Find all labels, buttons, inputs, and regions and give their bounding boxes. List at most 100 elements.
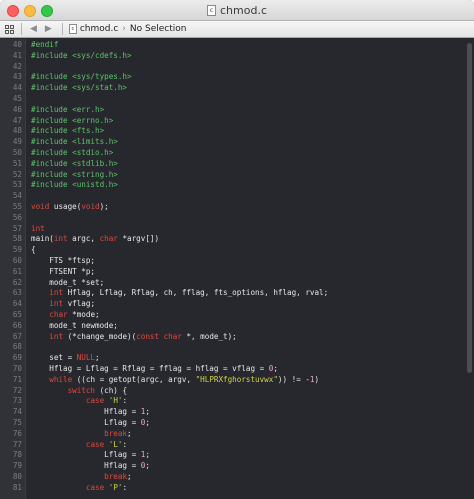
code-text: break;: [31, 472, 132, 483]
code-line[interactable]: 63 int Hflag, Lflag, Rflag, ch, fflag, f…: [0, 288, 460, 299]
code-line[interactable]: 78 Lflag = 1;: [0, 450, 460, 461]
code-token: #include <stdlib.h>: [31, 158, 118, 168]
code-line[interactable]: 73 case 'H':: [0, 396, 460, 407]
code-token: *mode;: [67, 310, 100, 319]
line-number: 54: [12, 191, 22, 201]
code-token: ;: [127, 472, 132, 481]
code-line[interactable]: 59 {: [0, 245, 460, 256]
code-line[interactable]: 50 #include <stdio.h>: [0, 148, 460, 159]
code-line[interactable]: 52 #include <string.h>: [0, 170, 460, 181]
code-token: ((ch = getopt(argc, argv,: [72, 374, 196, 384]
title-bar[interactable]: c chmod.c: [0, 0, 474, 21]
code-token: ;: [273, 364, 278, 373]
source-editor[interactable]: 40 #endif 41 #include <sys/cdefs.h> 42 43 #inc…: [0, 39, 474, 499]
code-line[interactable]: 57 int: [0, 224, 460, 235]
code-line[interactable]: 47 #include <errno.h>: [0, 116, 460, 127]
line-number: 73: [12, 396, 22, 406]
code-line[interactable]: 51 #include <stdlib.h>: [0, 159, 460, 170]
vertical-scrollbar[interactable]: [467, 43, 472, 373]
window-title-text: chmod.c: [220, 4, 267, 17]
line-number: 53: [12, 180, 22, 190]
code-token: Lflag =: [31, 418, 141, 427]
code-text: mode_t *set;: [31, 278, 104, 289]
code-text: int (*change_mode)(const char *, mode_t)…: [31, 331, 236, 343]
code-line[interactable]: 77 case 'L':: [0, 440, 460, 451]
line-number: 52: [12, 169, 22, 179]
code-line[interactable]: 58 main(int argc, char *argv[]): [0, 234, 460, 245]
code-token: int: [49, 288, 64, 298]
code-line[interactable]: 71 while ((ch = getopt(argc, argv, "HLPR…: [0, 375, 460, 386]
code-line[interactable]: 42: [0, 62, 460, 73]
code-token: #include <err.h>: [31, 104, 105, 114]
code-text: #include <sys/stat.h>: [31, 83, 127, 94]
line-number: 44: [12, 83, 22, 93]
line-number: 43: [12, 72, 22, 82]
code-line[interactable]: 62 mode_t *set;: [0, 278, 460, 289]
code-line[interactable]: 69 set = NULL;: [0, 353, 460, 364]
code-line[interactable]: 40 #endif: [0, 40, 460, 51]
forward-arrow-icon[interactable]: ▶: [45, 24, 52, 34]
code-line[interactable]: 45: [0, 94, 460, 105]
code-line[interactable]: 64 int vflag;: [0, 299, 460, 310]
code-line[interactable]: 60 FTS *ftsp;: [0, 256, 460, 267]
code-token: vflag;: [63, 299, 96, 309]
code-token: #include <string.h>: [31, 169, 118, 179]
code-token: :: [122, 396, 128, 406]
code-text: #include <stdio.h>: [31, 148, 113, 159]
code-line[interactable]: 68: [0, 342, 460, 353]
code-line[interactable]: 67 int (*change_mode)(const char *, mode…: [0, 332, 460, 343]
code-line[interactable]: 81 case 'P':: [0, 483, 460, 494]
code-line[interactable]: 43 #include <sys/types.h>: [0, 72, 460, 83]
code-line[interactable]: 79 Hflag = 0;: [0, 461, 460, 472]
code-line[interactable]: 72 switch (ch) {: [0, 386, 460, 397]
code-line[interactable]: 46 #include <err.h>: [0, 105, 460, 116]
line-number: 46: [12, 104, 22, 114]
code-token: (*change_mode)(: [63, 331, 137, 341]
code-line[interactable]: 53 #include <unistd.h>: [0, 180, 460, 191]
code-text: #include <errno.h>: [31, 116, 113, 127]
line-number: 62: [12, 277, 22, 287]
code-token: set =: [31, 353, 77, 363]
code-text: Hflag = 0;: [31, 461, 150, 472]
code-line[interactable]: 54: [0, 191, 460, 202]
code-text: {: [31, 245, 36, 256]
related-items-grid-icon[interactable]: [5, 24, 15, 34]
code-line[interactable]: 44 #include <sys/stat.h>: [0, 83, 460, 94]
code-token: int: [53, 234, 68, 244]
code-line[interactable]: 56: [0, 213, 460, 224]
code-token: :: [122, 439, 128, 449]
line-number: 71: [12, 374, 22, 384]
line-number: 81: [12, 482, 22, 492]
code-line[interactable]: 75 Lflag = 0;: [0, 418, 460, 429]
code-token: #include <sys/stat.h>: [31, 83, 128, 93]
jumpbar-file-item[interactable]: c chmod.c: [68, 24, 118, 34]
jumpbar-divider: [21, 23, 22, 35]
code-line[interactable]: 48 #include <fts.h>: [0, 126, 460, 137]
code-text: switch (ch) {: [31, 386, 127, 397]
code-line[interactable]: 49 #include <limits.h>: [0, 137, 460, 148]
code-token: (ch) {: [95, 385, 128, 395]
code-line[interactable]: 70 Hflag = Lflag = Rflag = fflag = hflag…: [0, 364, 460, 375]
code-token: case: [85, 439, 105, 449]
code-token: while: [49, 374, 73, 384]
code-token: #include <errno.h>: [31, 115, 114, 125]
code-text: mode_t newmode;: [31, 321, 118, 332]
jumpbar-selection[interactable]: No Selection: [130, 24, 187, 34]
back-arrow-icon[interactable]: ◀: [30, 24, 37, 34]
line-number: 50: [12, 148, 22, 157]
line-number: 74: [12, 407, 22, 417]
code-line[interactable]: 61 FTSENT *p;: [0, 267, 460, 278]
code-token: Hflag =: [31, 407, 141, 417]
line-number: 41: [12, 50, 22, 60]
code-line[interactable]: 74 Hflag = 1;: [0, 407, 460, 418]
code-line[interactable]: 41 #include <sys/cdefs.h>: [0, 51, 460, 62]
code-line[interactable]: 66 mode_t newmode;: [0, 321, 460, 332]
code-line[interactable]: 65 char *mode;: [0, 310, 460, 321]
code-line[interactable]: 76 break;: [0, 429, 460, 440]
code-token: argc,: [67, 234, 100, 244]
code-line[interactable]: 55 void usage(void);: [0, 202, 460, 213]
c-source-file-icon: c: [207, 5, 216, 16]
code-line[interactable]: 80 break;: [0, 472, 460, 483]
code-text: Hflag = 1;: [31, 407, 150, 418]
